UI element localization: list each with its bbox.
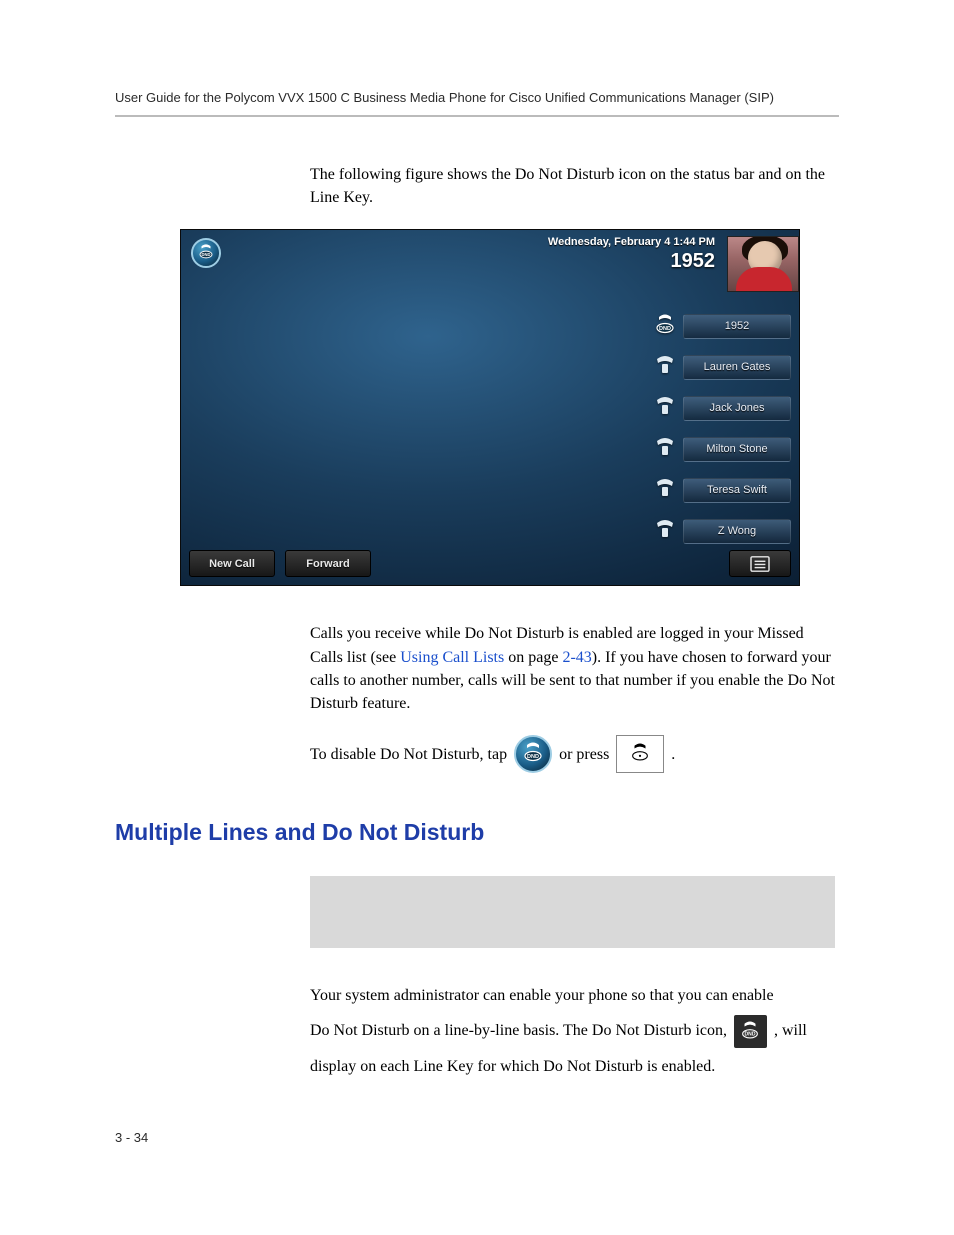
softkey-newcall[interactable]: New Call xyxy=(189,550,275,577)
linekey-label: Milton Stone xyxy=(683,437,791,462)
text: To disable Do Not Disturb, tap xyxy=(310,743,507,766)
softkey-bar: New Call Forward xyxy=(189,550,791,577)
linekey-teresa[interactable]: Teresa Swift xyxy=(651,474,791,506)
multiline-paragraph: Your system administrator can enable you… xyxy=(310,978,835,1084)
page-number: 3 - 34 xyxy=(115,1130,148,1145)
dnd-icon xyxy=(651,312,679,340)
page-header: User Guide for the Polycom VVX 1500 C Bu… xyxy=(115,90,839,117)
status-bar: Wednesday, February 4 1:44 PM 1952 xyxy=(187,236,799,284)
text: display on each Line Key for which Do No… xyxy=(310,1058,715,1075)
dnd-status-icon[interactable] xyxy=(191,238,221,268)
section-title-multiple-lines: Multiple Lines and Do Not Disturb xyxy=(115,819,839,846)
text: Your system administrator can enable you… xyxy=(310,987,774,1004)
dnd-linekey-icon xyxy=(734,1015,767,1048)
missed-calls-paragraph: Calls you receive while Do Not Disturb i… xyxy=(310,622,835,715)
link-page-ref[interactable]: 2-43 xyxy=(562,649,591,666)
text: , will xyxy=(774,1022,807,1039)
phone-icon xyxy=(651,353,679,381)
softkey-menu[interactable] xyxy=(729,550,791,577)
status-datetime: Wednesday, February 4 1:44 PM xyxy=(548,236,715,248)
phone-icon xyxy=(651,435,679,463)
linekey-jack[interactable]: Jack Jones xyxy=(651,392,791,424)
phone-icon xyxy=(651,476,679,504)
dnd-tap-icon xyxy=(514,735,552,773)
disable-dnd-paragraph: To disable Do Not Disturb, tap or press … xyxy=(310,735,835,773)
linekey-label: Lauren Gates xyxy=(683,355,791,380)
linekey-milton[interactable]: Milton Stone xyxy=(651,433,791,465)
linekey-label: Jack Jones xyxy=(683,396,791,421)
note-placeholder xyxy=(310,876,835,948)
phone-screenshot: Wednesday, February 4 1:44 PM 1952 1952 … xyxy=(180,229,800,586)
line-keys: 1952 Lauren Gates Jack Jones Milton Ston… xyxy=(651,310,791,547)
link-using-call-lists[interactable]: Using Call Lists xyxy=(400,649,504,666)
linekey-label: Z Wong xyxy=(683,519,791,544)
linekey-lauren[interactable]: Lauren Gates xyxy=(651,351,791,383)
linekey-zwong[interactable]: Z Wong xyxy=(651,515,791,547)
text: Do Not Disturb on a line-by-line basis. … xyxy=(310,1022,731,1039)
phone-icon xyxy=(651,517,679,545)
linekey-label: 1952 xyxy=(683,314,791,339)
intro-paragraph: The following figure shows the Do Not Di… xyxy=(310,163,835,209)
linekey-1952[interactable]: 1952 xyxy=(651,310,791,342)
linekey-label: Teresa Swift xyxy=(683,478,791,503)
phone-icon xyxy=(651,394,679,422)
softkey-forward[interactable]: Forward xyxy=(285,550,371,577)
menu-icon xyxy=(749,555,771,573)
status-right: Wednesday, February 4 1:44 PM 1952 xyxy=(548,236,721,273)
status-extension: 1952 xyxy=(548,250,715,273)
avatar xyxy=(727,236,799,292)
text: . xyxy=(671,743,675,766)
dnd-press-button-icon xyxy=(616,735,664,773)
text: or press xyxy=(559,743,609,766)
text: on page xyxy=(504,649,562,666)
